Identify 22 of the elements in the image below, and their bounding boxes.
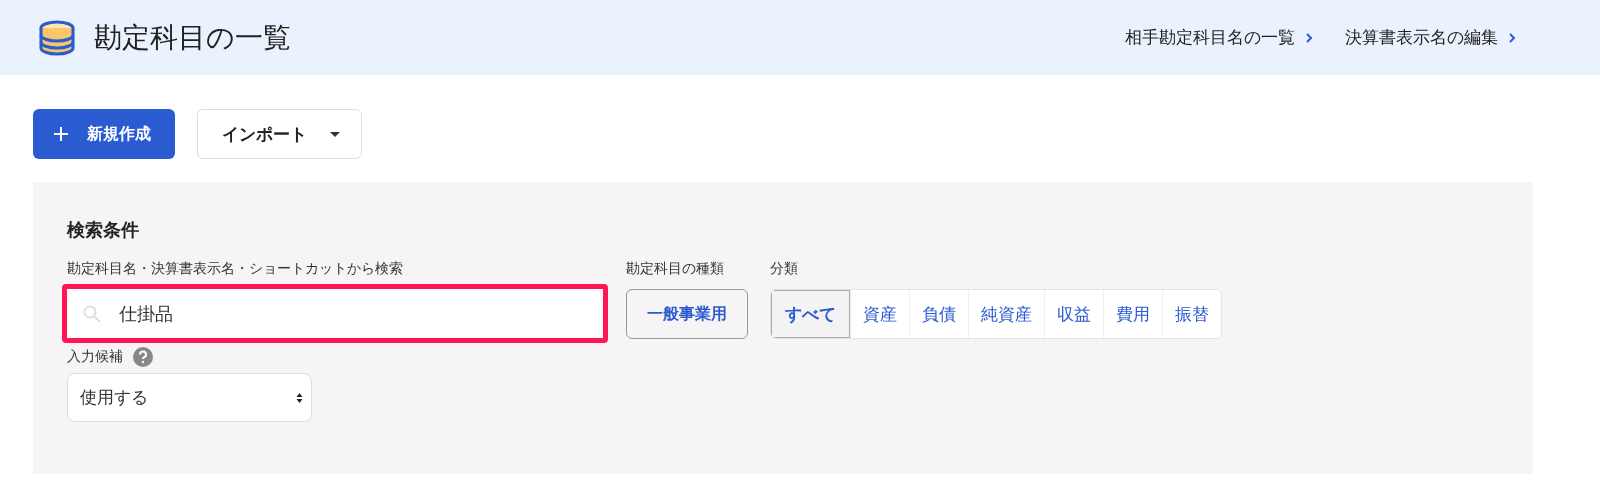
plus-icon xyxy=(53,126,69,142)
panel-heading: 検索条件 xyxy=(67,218,140,242)
page-title: 勘定科目の一覧 xyxy=(94,19,292,56)
field-label: 入力候補 xyxy=(67,348,123,366)
account-type-button[interactable]: 一般事業用 xyxy=(626,289,748,339)
database-icon xyxy=(38,19,76,56)
search-icon xyxy=(83,304,101,323)
field-label: 勘定科目の種類 xyxy=(626,260,725,278)
create-button[interactable]: 新規作成 xyxy=(33,109,175,159)
field-label: 勘定科目名・決算書表示名・ショートカットから検索 xyxy=(67,260,404,278)
import-button[interactable]: インポート xyxy=(197,109,362,159)
suggest-select[interactable]: 使用する xyxy=(67,373,312,422)
category-option[interactable]: すべて xyxy=(771,290,851,338)
header-link[interactable]: 相手勘定科目名の一覧 xyxy=(1125,26,1313,49)
search-field[interactable]: 仕掛品 xyxy=(62,284,608,343)
select-arrows-icon xyxy=(296,391,303,404)
field-label: 分類 xyxy=(770,260,799,278)
caret-down-icon xyxy=(329,130,341,138)
header-link[interactable]: 決算書表示名の編集 xyxy=(1345,26,1516,49)
chevron-right-icon xyxy=(1508,31,1516,44)
help-icon[interactable] xyxy=(133,347,153,367)
chevron-right-icon xyxy=(1305,31,1313,44)
